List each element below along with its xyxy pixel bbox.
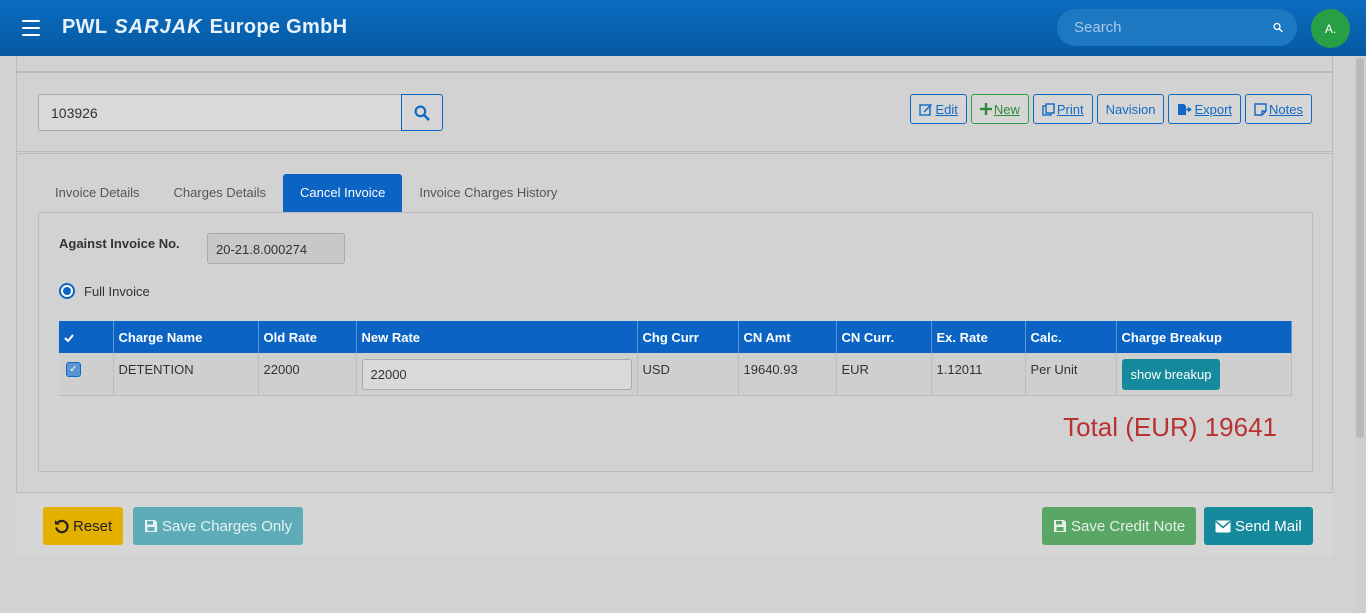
reset-button[interactable]: Reset — [43, 507, 124, 545]
brand-title: PWL SARJAK Europe GmbH — [62, 16, 347, 39]
show-breakup-button[interactable]: show breakup — [1121, 359, 1221, 390]
full-invoice-radio[interactable] — [59, 283, 75, 299]
col-cn-amt: CN Amt — [738, 321, 837, 353]
new-rate-input[interactable] — [361, 359, 632, 390]
toolbar: Edit New Print Navision Export Notes — [910, 94, 1312, 124]
tab-bar: Invoice Details Charges Details Cancel I… — [38, 174, 574, 212]
cn-amt-cell: 19640.93 — [738, 353, 837, 396]
tab-invoice-details[interactable]: Invoice Details — [38, 174, 157, 212]
brand-logo: SARJAK — [114, 16, 203, 38]
tab-cancel-invoice[interactable]: Cancel Invoice — [283, 174, 403, 212]
against-invoice-field: 20-21.8.000274 — [207, 233, 345, 264]
row-select-cell: ✓ — [59, 353, 114, 396]
print-label: Print — [1056, 101, 1084, 117]
scrollbar-thumb[interactable] — [1356, 58, 1364, 438]
global-search — [1057, 9, 1297, 46]
save-charges-only-button[interactable]: Save Charges Only — [133, 507, 304, 545]
note-icon — [1254, 102, 1267, 116]
col-charge-breakup: Charge Breakup — [1116, 321, 1292, 353]
file-export-icon — [1178, 103, 1193, 115]
full-invoice-label: Full Invoice — [84, 283, 150, 299]
charges-table: Charge Name Old Rate New Rate Chg Curr C… — [59, 321, 1292, 396]
row-checkbox[interactable]: ✓ — [66, 362, 81, 377]
cancel-invoice-body: Against Invoice No. 20-21.8.000274 Full … — [38, 212, 1313, 472]
table-row: ✓ DETENTION 22000 USD 19640.93 EUR 1.120… — [59, 353, 1292, 396]
new-rate-cell — [356, 353, 638, 396]
new-label: New — [993, 101, 1020, 117]
page-scrollbar[interactable] — [1354, 56, 1366, 613]
col-ex-rate: Ex. Rate — [931, 321, 1026, 353]
col-chg-curr: Chg Curr — [637, 321, 739, 353]
col-new-rate: New Rate — [356, 321, 638, 353]
table-header-row: Charge Name Old Rate New Rate Chg Curr C… — [59, 321, 1292, 353]
brand-prefix: PWL — [62, 16, 108, 38]
calc-cell: Per Unit — [1025, 353, 1117, 396]
against-invoice-label: Against Invoice No. — [59, 236, 180, 251]
navision-button[interactable]: Navision — [1096, 94, 1165, 124]
undo-icon — [54, 519, 69, 533]
export-label: Export — [1194, 101, 1233, 117]
top-panel-remnant — [16, 56, 1333, 72]
edit-button[interactable]: Edit — [910, 94, 967, 124]
edit-icon — [919, 103, 933, 116]
search-icon[interactable] — [1273, 19, 1283, 36]
save-credit-note-button[interactable]: Save Credit Note — [1042, 507, 1197, 545]
reset-label: Reset — [73, 517, 113, 535]
old-rate-cell: 22000 — [258, 353, 357, 396]
cn-curr-cell: EUR — [836, 353, 932, 396]
col-charge-name: Charge Name — [113, 321, 259, 353]
global-search-input[interactable] — [1074, 19, 1273, 36]
brand-suffix: Europe GmbH — [209, 16, 348, 38]
save-icon — [145, 520, 157, 532]
save-credit-label: Save Credit Note — [1071, 517, 1186, 535]
save-icon — [1054, 520, 1066, 532]
top-header: PWL SARJAK Europe GmbH A. — [0, 0, 1366, 56]
envelope-icon — [1215, 520, 1231, 532]
col-cn-curr: CN Curr. — [836, 321, 932, 353]
tab-charges-details[interactable]: Charges Details — [157, 174, 284, 212]
total-amount: Total (EUR) 19641 — [1063, 412, 1277, 442]
select-all-header[interactable] — [59, 321, 114, 353]
plus-icon — [979, 103, 992, 115]
print-button[interactable]: Print — [1032, 94, 1093, 124]
search-panel: Edit New Print Navision Export Notes — [16, 72, 1333, 152]
col-old-rate: Old Rate — [258, 321, 357, 353]
ex-rate-cell: 1.12011 — [931, 353, 1026, 396]
copy-icon — [1042, 102, 1055, 116]
notes-button[interactable]: Notes — [1245, 94, 1312, 124]
col-calc: Calc. — [1025, 321, 1117, 353]
navision-label: Navision — [1105, 101, 1156, 117]
charge-name-cell: DETENTION — [113, 353, 259, 396]
invoice-search-input[interactable] — [38, 94, 402, 131]
invoice-search-button[interactable] — [401, 94, 443, 131]
notes-label: Notes — [1269, 101, 1303, 117]
breakup-cell: show breakup — [1116, 353, 1292, 396]
save-charges-label: Save Charges Only — [162, 517, 293, 535]
action-bar: Reset Save Charges Only Save Credit Note… — [16, 494, 1333, 556]
send-mail-label: Send Mail — [1235, 517, 1302, 535]
send-mail-button[interactable]: Send Mail — [1204, 507, 1313, 545]
full-invoice-option[interactable]: Full Invoice — [59, 283, 150, 299]
new-button[interactable]: New — [970, 94, 1029, 124]
chg-curr-cell: USD — [637, 353, 739, 396]
tab-invoice-charges-history[interactable]: Invoice Charges History — [402, 174, 574, 212]
export-button[interactable]: Export — [1168, 94, 1242, 124]
menu-icon[interactable] — [22, 20, 40, 36]
search-icon — [414, 105, 430, 121]
check-icon — [64, 333, 74, 342]
edit-label: Edit — [935, 101, 958, 117]
details-panel: Invoice Details Charges Details Cancel I… — [16, 153, 1333, 493]
avatar[interactable]: A. — [1311, 9, 1350, 48]
